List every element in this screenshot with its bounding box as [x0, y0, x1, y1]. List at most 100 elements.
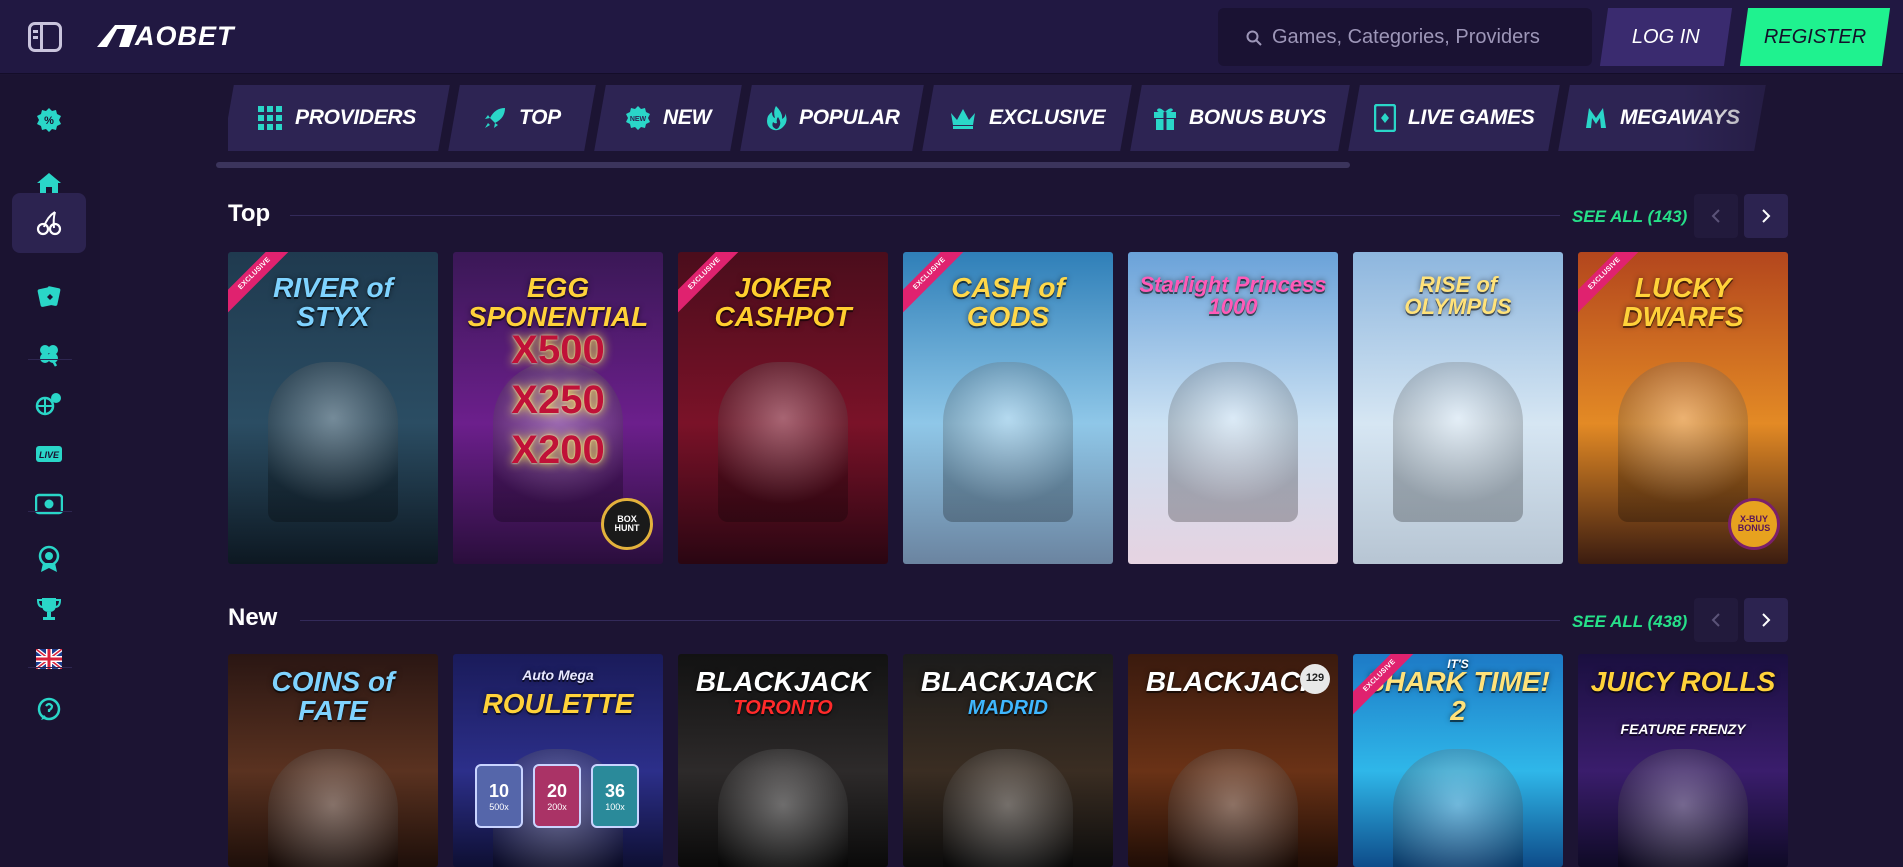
sidebar-item-cards[interactable]	[12, 267, 86, 325]
game-title: JUICY ROLLS	[1590, 666, 1776, 697]
game-card[interactable]: ROULETTE Auto Mega 10 500x 20 200x 36 100x	[453, 654, 663, 867]
cherries-icon	[36, 211, 62, 236]
login-button[interactable]: LOG IN	[1599, 8, 1733, 66]
game-card[interactable]: SHARK TIME! 2 IT'S EXCLUSIVE	[1353, 654, 1563, 867]
roulette-chip: 10 500x	[475, 764, 523, 828]
roulette-number: 20	[546, 780, 568, 801]
sidebar-divider	[28, 667, 72, 668]
login-button-label: LOG IN	[1632, 25, 1700, 48]
grid-icon	[257, 106, 282, 130]
category-scrollbar[interactable]	[216, 162, 1350, 168]
roulette-chip: 20 200x	[533, 764, 581, 828]
search-box[interactable]	[1218, 8, 1592, 66]
live-icon: LIVE	[36, 446, 62, 462]
brand-logo[interactable]: AOBET	[97, 20, 235, 52]
category-label: EXCLUSIVE	[988, 106, 1106, 129]
new-prev-button[interactable]	[1694, 598, 1738, 642]
game-subtitle: FEATURE FRENZY	[1620, 721, 1746, 737]
game-art	[718, 362, 848, 522]
register-button-label: REGISTER	[1763, 25, 1867, 48]
category-label: TOP	[519, 106, 561, 129]
multiplier-text: X200	[511, 428, 605, 472]
category-popular[interactable]: POPULAR	[740, 85, 924, 151]
category-top[interactable]: TOP	[448, 85, 596, 151]
new-badge-icon: NEW	[625, 106, 650, 130]
game-art	[1393, 362, 1523, 522]
game-title: BLACKJACK	[695, 666, 871, 697]
support-icon	[37, 697, 61, 721]
multiplier-text: X500	[511, 328, 605, 372]
game-card[interactable]: JUICY ROLLS FEATURE FRENZY	[1578, 654, 1788, 867]
section-divider	[290, 215, 1560, 216]
rocket-icon	[485, 108, 506, 128]
game-title: COINS of FATE	[271, 666, 395, 726]
live-card-icon	[1373, 104, 1396, 132]
register-button[interactable]: REGISTER	[1739, 8, 1891, 66]
new-next-button[interactable]	[1744, 598, 1788, 642]
game-card[interactable]: BLACKJACK MADRID	[903, 654, 1113, 867]
chevron-left-icon	[1711, 613, 1720, 627]
game-title: RISE of OLYMPUS	[1404, 272, 1512, 320]
game-art	[943, 749, 1073, 867]
sidebar-toggle-icon[interactable]	[28, 22, 62, 52]
category-providers[interactable]: PROVIDERS	[228, 85, 450, 151]
sidebar-item-esports[interactable]	[12, 475, 86, 533]
see-all-top-link[interactable]: SEE ALL (143)	[1572, 207, 1687, 227]
chevron-right-icon	[1762, 209, 1771, 223]
game-badge: BOX HUNT	[601, 498, 653, 550]
svg-text:NEW: NEW	[630, 116, 647, 123]
game-card[interactable]: Starlight Princess 1000	[1128, 252, 1338, 564]
game-subtitle: MADRID	[968, 697, 1048, 719]
game-card[interactable]: BLACKJACK 129	[1128, 654, 1338, 867]
category-exclusive[interactable]: EXCLUSIVE	[922, 85, 1132, 151]
game-card[interactable]: LUCKY DWARFS EXCLUSIVE X-BUY BONUS	[1578, 252, 1788, 564]
game-badge: X-BUY BONUS	[1728, 498, 1780, 550]
game-card[interactable]: RISE of OLYMPUS	[1353, 252, 1563, 564]
clover-icon	[40, 345, 58, 367]
game-badge: 129	[1300, 664, 1330, 694]
sidebar-item-promotions[interactable]: %	[12, 91, 86, 149]
category-bar-fade	[1683, 85, 1903, 151]
game-subtitle: TORONTO	[733, 697, 833, 719]
crown-icon	[950, 109, 975, 129]
chevron-right-icon	[1762, 613, 1771, 627]
logo-mark-icon	[97, 25, 137, 47]
game-card[interactable]: RIVER of STYX EXCLUSIVE	[228, 252, 438, 564]
game-art	[718, 749, 848, 867]
game-subtitle: Auto Mega	[522, 667, 594, 683]
category-label: POPULAR	[798, 106, 900, 129]
svg-text:%: %	[44, 115, 54, 127]
roulette-multiplier: 200x	[547, 801, 567, 812]
gift-icon	[1154, 108, 1177, 130]
category-live-games[interactable]: LIVE GAMES	[1348, 85, 1560, 151]
category-label: PROVIDERS	[294, 106, 416, 129]
game-title: ROULETTE	[482, 688, 634, 719]
game-title: EGG SPONENTIAL	[467, 272, 649, 332]
game-art	[1168, 749, 1298, 867]
game-card[interactable]: COINS of FATE	[228, 654, 438, 867]
category-new[interactable]: NEW NEW	[594, 85, 742, 151]
see-all-new-link[interactable]: SEE ALL (438)	[1572, 612, 1687, 632]
game-art	[1168, 362, 1298, 522]
game-title: RIVER of STYX	[273, 272, 393, 332]
chevron-left-icon	[1711, 209, 1720, 223]
sidebar-divider	[28, 511, 72, 512]
top-next-button[interactable]	[1744, 194, 1788, 238]
category-bonus-buys[interactable]: BONUS BUYS	[1130, 85, 1350, 151]
top-prev-button[interactable]	[1694, 194, 1738, 238]
sidebar-item-support[interactable]	[12, 680, 86, 738]
game-art	[268, 749, 398, 867]
promotions-icon: %	[37, 108, 61, 132]
game-card[interactable]: JOKER CASHPOT EXCLUSIVE	[678, 252, 888, 564]
game-title: LUCKY DWARFS	[1622, 272, 1744, 332]
game-card[interactable]: EGG SPONENTIAL X500 X250 X200 BOX HUNT	[453, 252, 663, 564]
game-title: Starlight Princess 1000	[1139, 272, 1327, 320]
game-art	[943, 362, 1073, 522]
section-title-top: Top	[228, 200, 271, 227]
game-title: BLACKJACK	[920, 666, 1096, 697]
roulette-chip: 36 100x	[591, 764, 639, 828]
sidebar-item-casino[interactable]	[12, 193, 86, 253]
game-card[interactable]: CASH of GODS EXCLUSIVE	[903, 252, 1113, 564]
game-card[interactable]: BLACKJACK TORONTO	[678, 654, 888, 867]
search-input[interactable]	[1272, 20, 1572, 54]
